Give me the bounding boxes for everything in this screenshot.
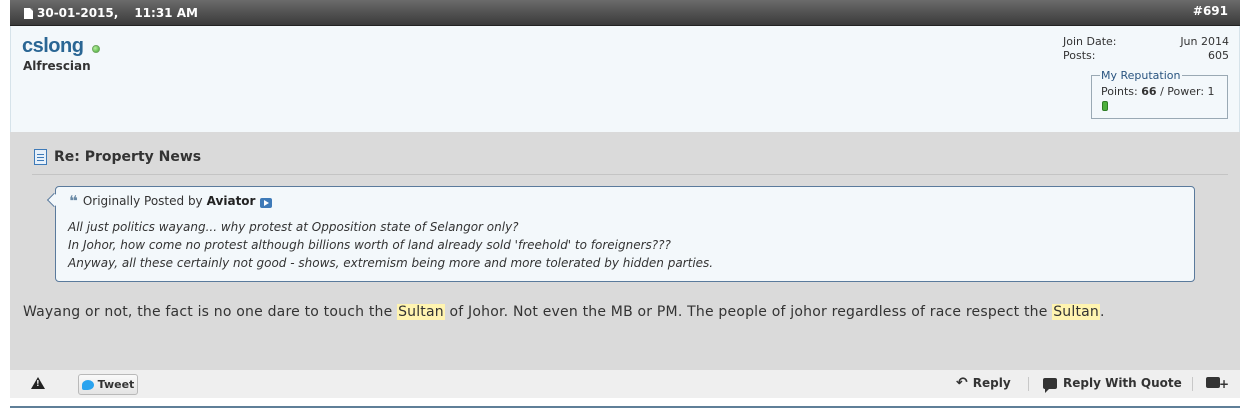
post-number-link[interactable]: #691 — [1193, 4, 1228, 18]
highlighted-term: Sultan — [1052, 304, 1100, 320]
quote-line: Anyway, all these certainly not good - s… — [68, 256, 714, 270]
reply-icon: ↶ — [956, 375, 968, 391]
reply-button[interactable]: ↶ Reply — [956, 376, 1011, 390]
username-link[interactable]: cslong — [22, 35, 84, 58]
post-date-text: 30-01-2015, — [37, 6, 119, 20]
join-date-value: Jun 2014 — [1180, 35, 1229, 48]
reputation-legend: My Reputation — [1100, 69, 1182, 82]
online-status-icon — [92, 45, 100, 53]
title-document-icon — [34, 149, 47, 165]
reply-with-quote-label: Reply With Quote — [1063, 376, 1182, 390]
message-text: . — [1100, 304, 1105, 320]
report-icon[interactable] — [31, 377, 45, 389]
reply-with-quote-button[interactable]: Reply With Quote — [1043, 376, 1182, 393]
footer-separator — [1028, 377, 1029, 391]
user-stats: Join Date: Jun 2014 Posts: 605 — [1063, 35, 1229, 63]
multi-quote-icon[interactable] — [1206, 377, 1229, 390]
tweet-button[interactable]: Tweet — [78, 374, 138, 395]
post-title-row: Re: Property News — [34, 149, 201, 165]
join-date-row: Join Date: Jun 2014 — [1063, 35, 1229, 49]
view-post-icon[interactable] — [260, 198, 273, 208]
document-icon — [24, 7, 33, 19]
post-message: Wayang or not, the fact is no one dare t… — [23, 304, 1105, 320]
quote-icon: ❝ — [69, 192, 78, 210]
reply-with-quote-icon — [1043, 377, 1057, 393]
reply-label: Reply — [972, 376, 1011, 390]
post-time-text: 11:31 AM — [134, 6, 198, 20]
reputation-bar — [1102, 101, 1108, 111]
post-body: Re: Property News ❝ Originally Posted by… — [10, 132, 1240, 370]
post-header: 30-01-2015, 11:31 AM #691 — [10, 0, 1240, 26]
reputation-box: My Reputation Points: 66 / Power: 1 — [1091, 69, 1228, 119]
twitter-bird-icon — [81, 379, 94, 390]
user-info-panel: cslong Alfrescian Join Date: Jun 2014 Po… — [10, 26, 1240, 132]
power-text: / Power: 1 — [1160, 85, 1215, 98]
message-text: Wayang or not, the fact is no one dare t… — [23, 304, 393, 320]
posts-row: Posts: 605 — [1063, 49, 1229, 63]
quote-line: All just politics wayang... why protest … — [68, 220, 519, 234]
highlighted-term: Sultan — [397, 304, 445, 320]
quote-line: In Johor, how come no protest although b… — [68, 238, 671, 252]
tweet-label: Tweet — [97, 378, 135, 391]
post-date: 30-01-2015, 11:31 AM — [24, 6, 198, 20]
post-footer: Tweet ↶ Reply Reply With Quote — [10, 370, 1240, 398]
quote-text: All just politics wayang... why protest … — [68, 218, 713, 272]
posts-label: Posts: — [1063, 49, 1096, 62]
join-date-label: Join Date: — [1063, 35, 1117, 48]
reputation-points: Points: 66 / Power: 1 — [1101, 85, 1215, 98]
post-bottom-border — [10, 406, 1240, 408]
quote-prefix: Originally Posted by — [82, 194, 203, 208]
quote-pointer — [46, 192, 62, 208]
quote-header: ❝ Originally Posted by Aviator — [69, 192, 273, 210]
post-title: Re: Property News — [54, 149, 202, 165]
title-divider — [32, 174, 1228, 175]
quote-author: Aviator — [206, 194, 256, 208]
message-text: of Johor. Not even the MB or PM. The peo… — [449, 304, 1048, 320]
points-value: 66 — [1141, 85, 1157, 98]
footer-separator — [1192, 377, 1193, 391]
quote-box: ❝ Originally Posted by Aviator All just … — [46, 186, 1195, 282]
user-title: Alfrescian — [23, 59, 91, 73]
points-label: Points: — [1101, 85, 1138, 98]
posts-value: 605 — [1208, 49, 1229, 62]
